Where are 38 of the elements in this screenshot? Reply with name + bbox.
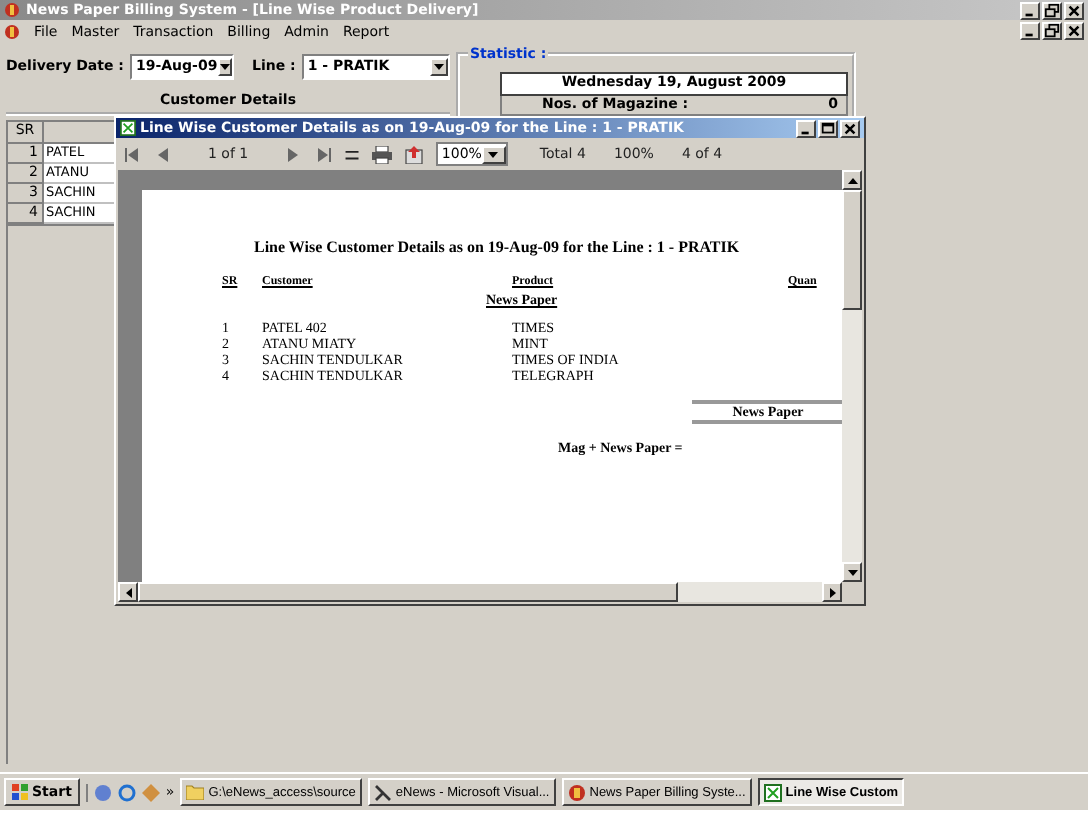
maximize-button[interactable] xyxy=(818,119,838,137)
previous-page-button[interactable] xyxy=(154,145,172,163)
minimize-button[interactable] xyxy=(1020,1,1040,19)
maximize-icon xyxy=(820,119,836,137)
down-arrow-icon[interactable] xyxy=(847,569,857,575)
flag-icon xyxy=(12,784,28,800)
caret-icon xyxy=(488,151,499,157)
browser-icon[interactable] xyxy=(117,783,136,801)
up-arrow-icon[interactable] xyxy=(847,177,857,183)
restore-button[interactable] xyxy=(1042,1,1062,19)
last-page-button[interactable] xyxy=(314,145,333,163)
vertical-scrollbar[interactable] xyxy=(842,170,862,582)
close-icon xyxy=(842,119,858,137)
next-page-button[interactable] xyxy=(284,145,303,163)
right-arrow-icon[interactable] xyxy=(829,587,835,597)
minimize-button[interactable] xyxy=(796,119,816,137)
folder-icon xyxy=(186,784,205,800)
stop-button[interactable]: = xyxy=(344,139,360,169)
app-icon xyxy=(4,2,20,18)
app-icon xyxy=(567,783,586,801)
app-icon xyxy=(4,23,20,39)
caret-icon xyxy=(219,63,230,69)
close-icon xyxy=(1066,1,1082,19)
report-title: Line Wise Customer Details as on 19-Aug-09 for the Line : 1 - PRATIK xyxy=(252,238,742,256)
first-page-button[interactable] xyxy=(124,145,142,163)
program-icon xyxy=(373,783,392,801)
caret-icon xyxy=(434,63,444,69)
minimize-button[interactable] xyxy=(1020,22,1040,40)
close-button[interactable] xyxy=(1064,22,1084,40)
report-icon xyxy=(763,783,782,801)
restore-button[interactable] xyxy=(1042,22,1062,40)
left-arrow-icon[interactable] xyxy=(125,587,131,597)
print-icon[interactable] xyxy=(371,145,392,163)
close-icon xyxy=(1066,22,1082,40)
export-icon[interactable] xyxy=(403,145,424,163)
close-button[interactable] xyxy=(1064,1,1084,19)
close-button[interactable] xyxy=(840,119,860,137)
horizontal-scrollbar[interactable] xyxy=(118,582,842,602)
